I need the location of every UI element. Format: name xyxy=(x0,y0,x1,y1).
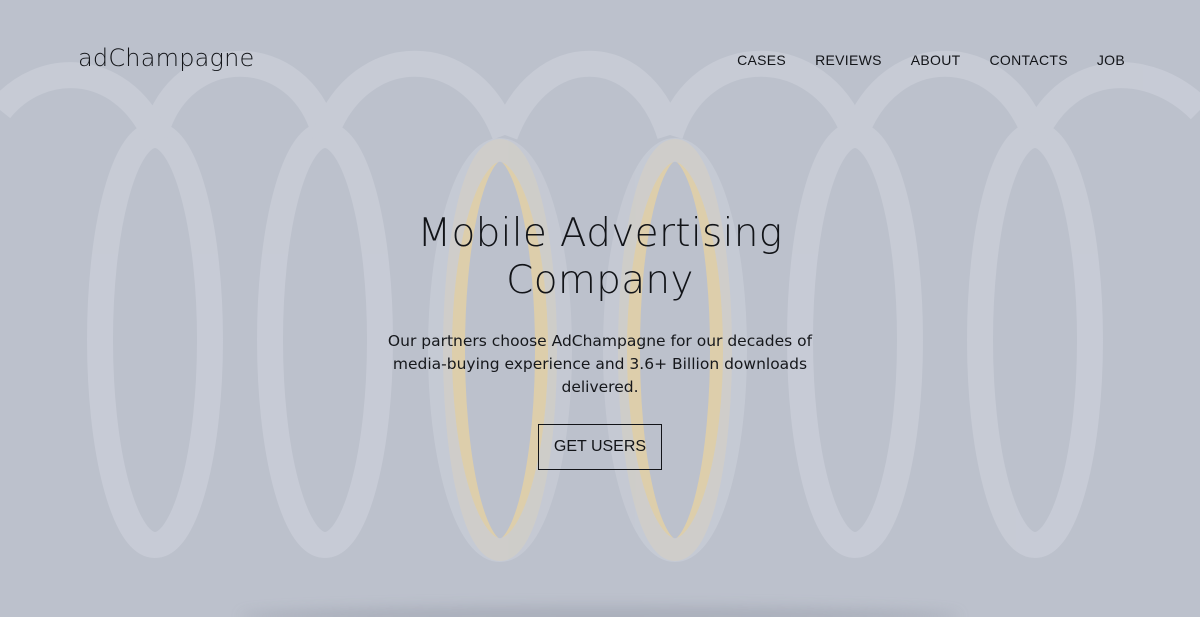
nav-item-cases[interactable]: CASES xyxy=(737,52,786,68)
nav-item-contacts[interactable]: CONTACTS xyxy=(989,52,1067,68)
get-users-button[interactable]: GET USERS xyxy=(537,424,663,470)
brand-logo[interactable]: adChampagne xyxy=(78,44,255,72)
nav-item-reviews[interactable]: REVIEWS xyxy=(815,52,882,68)
hero-title-line1: Mobile Advertising xyxy=(417,211,783,256)
hero-title-line2: Company xyxy=(506,258,694,303)
hero-subtitle: Our partners choose AdChampagne for our … xyxy=(387,332,813,396)
main-nav: CASES REVIEWS ABOUT CONTACTS JOB xyxy=(737,52,1125,68)
hero-title: Mobile Advertising Company xyxy=(0,210,1200,304)
hero-section: Mobile Advertising Company Our partners … xyxy=(0,210,1200,470)
nav-item-job[interactable]: JOB xyxy=(1097,52,1125,68)
nav-item-about[interactable]: ABOUT xyxy=(911,52,961,68)
site-header: adChampagne CASES REVIEWS ABOUT CONTACTS… xyxy=(0,0,1200,120)
bottom-shadow xyxy=(240,606,960,617)
